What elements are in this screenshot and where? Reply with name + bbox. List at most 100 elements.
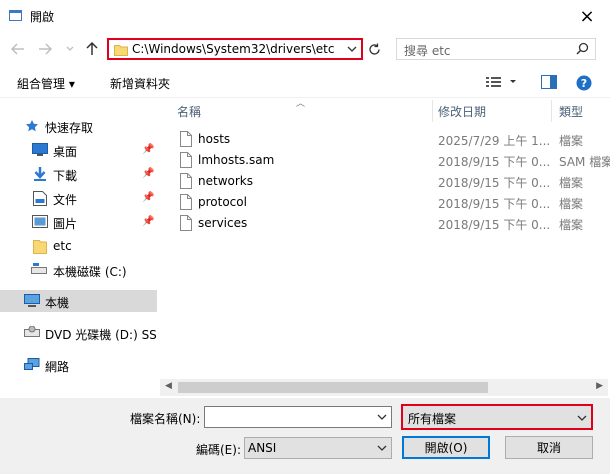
- scroll-right-icon[interactable]: ▶: [596, 381, 603, 391]
- sidebar-item-label: 快速存取: [45, 121, 94, 135]
- file-icon: [180, 152, 192, 168]
- file-row-services[interactable]: services 2018/9/15 下午 0... 檔案: [158, 213, 610, 234]
- computer-icon: [24, 294, 40, 307]
- pin-icon: 📌: [142, 168, 155, 179]
- scroll-left-icon[interactable]: ◀: [165, 381, 172, 391]
- file-icon: [180, 194, 192, 210]
- file-row-lmhosts[interactable]: lmhosts.sam 2018/9/15 下午 0... SAM 檔案: [158, 150, 610, 171]
- sidebar-item-network[interactable]: 網路: [0, 354, 157, 376]
- file-icon: [180, 173, 192, 189]
- filetype-select[interactable]: 所有檔案: [401, 404, 593, 430]
- file-list: ︿ 名稱 修改日期 類型 hosts 2025/7/29 上午 1... 檔案 …: [158, 100, 610, 396]
- file-type: 檔案: [559, 134, 584, 148]
- star-icon: [26, 120, 38, 132]
- sidebar-item-label: 下載: [53, 169, 78, 183]
- folder-icon: [114, 45, 128, 56]
- sidebar-item-label: 圖片: [53, 217, 78, 231]
- sidebar-item-documents[interactable]: 文件 📌: [0, 187, 157, 209]
- sidebar-item-dvd-drive[interactable]: DVD 光碟機 (D:) SSS: [0, 322, 157, 344]
- refresh-icon: [368, 43, 380, 55]
- file-date: 2018/9/15 下午 0...: [438, 176, 551, 190]
- filetype-value: 所有檔案: [408, 412, 457, 426]
- address-path: C:\Windows\System32\drivers\etc: [132, 42, 335, 56]
- column-header-type[interactable]: 類型: [552, 100, 610, 122]
- chevron-down-icon[interactable]: [377, 411, 387, 423]
- encoding-select[interactable]: ANSI: [244, 437, 392, 459]
- picture-icon: [32, 215, 48, 228]
- open-button[interactable]: 開啟(O): [402, 436, 490, 459]
- view-options-icon[interactable]: [486, 75, 516, 89]
- search-box[interactable]: 搜尋 etc: [396, 38, 596, 60]
- file-name: services: [198, 216, 248, 230]
- filename-input[interactable]: [204, 406, 392, 428]
- preview-pane-icon[interactable]: [541, 75, 557, 89]
- command-toolbar: 組合管理 ▾ 新增資料夾 ?: [0, 66, 610, 98]
- file-row-networks[interactable]: networks 2018/9/15 下午 0... 檔案: [158, 171, 610, 192]
- scrollbar-thumb[interactable]: [178, 382, 488, 393]
- chevron-down-icon: [66, 46, 74, 51]
- horizontal-scrollbar[interactable]: ◀ ▶: [160, 379, 608, 396]
- folder-icon: [33, 240, 47, 254]
- notepad-icon: [9, 10, 22, 21]
- column-header-date[interactable]: 修改日期: [433, 100, 551, 122]
- sidebar-item-label: 本機磁碟 (C:): [53, 265, 127, 279]
- sidebar-item-downloads[interactable]: 下載 📌: [0, 163, 157, 185]
- download-icon: [34, 167, 46, 181]
- arrow-up-icon: [86, 42, 98, 55]
- drive-icon: [31, 263, 47, 274]
- filename-label: 檔案名稱(N):: [130, 412, 201, 426]
- window-title: 開啟: [30, 10, 55, 24]
- sidebar-item-this-pc[interactable]: 本機: [0, 290, 157, 312]
- desktop-icon: [32, 143, 48, 156]
- sidebar-item-etc[interactable]: etc: [0, 235, 157, 257]
- recent-locations-button[interactable]: [62, 41, 78, 57]
- cancel-button[interactable]: 取消: [505, 436, 593, 459]
- close-button[interactable]: ×: [564, 0, 610, 32]
- file-date: 2018/9/15 下午 0...: [438, 197, 551, 211]
- chevron-down-icon: [577, 415, 587, 421]
- file-name: networks: [198, 174, 253, 188]
- sidebar-item-quick-access[interactable]: 快速存取: [0, 115, 157, 137]
- pin-icon: 📌: [142, 216, 155, 227]
- organize-button[interactable]: 組合管理 ▾: [17, 75, 75, 92]
- sidebar-item-label: 網路: [45, 360, 70, 374]
- file-type: 檔案: [559, 197, 584, 211]
- file-date: 2025/7/29 上午 1...: [438, 134, 551, 148]
- close-icon: ×: [579, 5, 595, 27]
- file-icon: [180, 215, 192, 231]
- dvd-icon: [24, 326, 40, 337]
- up-button[interactable]: [84, 41, 100, 57]
- sidebar-item-label: 本機: [45, 296, 70, 310]
- address-bar[interactable]: C:\Windows\System32\drivers\etc: [107, 38, 363, 60]
- back-button[interactable]: [10, 41, 26, 57]
- sidebar-item-label: 桌面: [53, 145, 78, 159]
- arrow-left-icon: [11, 43, 24, 55]
- column-header-name[interactable]: 名稱: [158, 100, 432, 122]
- file-name: protocol: [198, 195, 247, 209]
- file-row-protocol[interactable]: protocol 2018/9/15 下午 0... 檔案: [158, 192, 610, 213]
- file-name: lmhosts.sam: [198, 153, 275, 167]
- chevron-down-icon[interactable]: [347, 43, 357, 55]
- file-row-hosts[interactable]: hosts 2025/7/29 上午 1... 檔案: [158, 129, 610, 150]
- new-folder-button[interactable]: 新增資料夾: [110, 75, 170, 92]
- file-date: 2018/9/15 下午 0...: [438, 155, 551, 169]
- chevron-down-icon: [377, 445, 387, 451]
- title-bar: 開啟 ×: [0, 0, 610, 32]
- forward-button[interactable]: [37, 41, 53, 57]
- file-type: 檔案: [559, 218, 584, 232]
- help-icon[interactable]: ?: [576, 75, 592, 91]
- file-date: 2018/9/15 下午 0...: [438, 218, 551, 232]
- sidebar-item-label: etc: [53, 239, 72, 253]
- svg-text:?: ?: [581, 77, 587, 90]
- file-type: SAM 檔案: [559, 155, 610, 169]
- pin-icon: 📌: [142, 192, 155, 203]
- sidebar-item-desktop[interactable]: 桌面 📌: [0, 139, 157, 161]
- encoding-label: 編碼(E):: [196, 443, 241, 457]
- navigation-pane: 快速存取 桌面 📌 下載 📌 文件 📌 圖片 📌 etc 本機磁碟 (C:) 本…: [0, 100, 157, 396]
- file-type: 檔案: [559, 176, 584, 190]
- sidebar-item-label: 文件: [53, 193, 78, 207]
- refresh-button[interactable]: [366, 40, 382, 58]
- arrow-right-icon: [39, 43, 52, 55]
- sidebar-item-local-disk[interactable]: 本機磁碟 (C:): [0, 259, 157, 281]
- sidebar-item-pictures[interactable]: 圖片 📌: [0, 211, 157, 233]
